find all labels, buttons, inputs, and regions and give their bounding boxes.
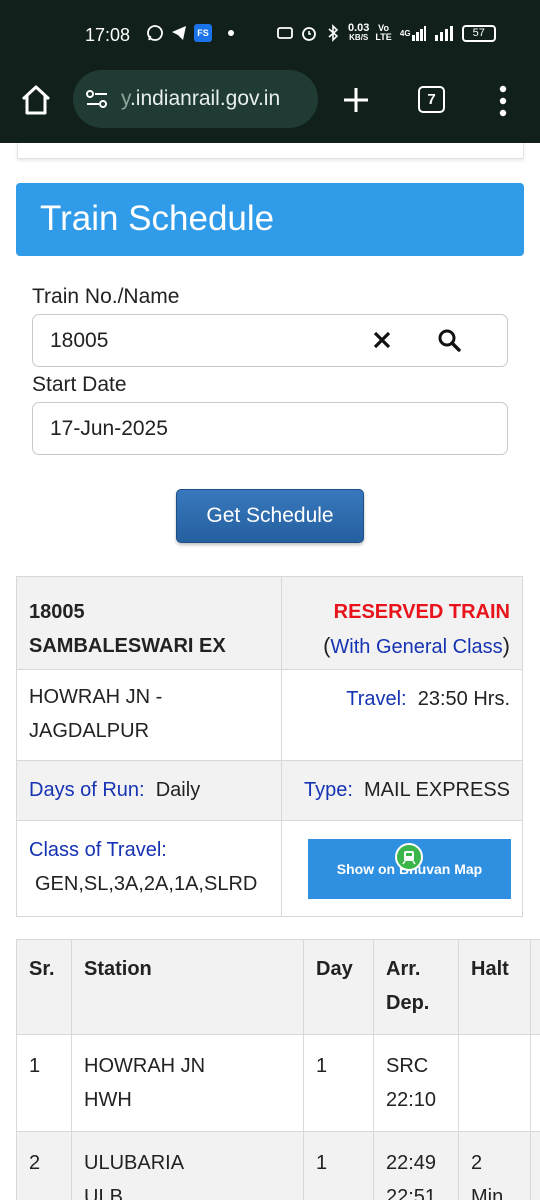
train-number: 18005 <box>29 601 85 623</box>
alarm-icon <box>300 24 318 42</box>
schedule-table: Sr. Station Day Arr. Dep. Halt 1 HOWRAH J… <box>16 939 540 1200</box>
address-bar[interactable]: y.indianrail.gov.in <box>73 70 318 128</box>
train-label: Train No./Name <box>32 285 180 308</box>
row-sr: 2 <box>16 1131 72 1200</box>
header-arr-dep: Arr. Dep. <box>373 939 459 1035</box>
row-station: ULUBARIA ULB <box>71 1131 304 1200</box>
home-icon[interactable] <box>18 82 54 118</box>
status-time: 17:08 <box>85 25 131 45</box>
page-title-banner: Train Schedule <box>16 183 524 256</box>
notification-icons: FS <box>146 24 234 42</box>
new-tab-icon[interactable] <box>341 85 371 115</box>
row-day: 1 <box>303 1131 374 1200</box>
class-value: GEN,SL,3A,2A,1A,SLRD <box>35 873 258 895</box>
previous-card-edge <box>17 143 524 159</box>
reserved-badge: RESERVED TRAIN <box>333 601 510 623</box>
get-schedule-button[interactable]: Get Schedule <box>176 489 364 543</box>
header-halt: Halt <box>458 939 531 1035</box>
train-input-value: 18005 <box>50 329 109 352</box>
row-arr-dep: SRC 22:10 <box>373 1034 459 1132</box>
class-label: Class of Travel: <box>29 839 167 861</box>
header-station: Station <box>71 939 304 1035</box>
page-title: Train Schedule <box>40 199 275 238</box>
days-value: Daily <box>155 779 201 801</box>
whatsapp-icon <box>146 24 164 42</box>
row-station: HOWRAH JN HWH <box>71 1034 304 1132</box>
data-saver-icon <box>276 24 294 42</box>
type-label: Type: <box>303 779 353 801</box>
schedule-header-row: Sr. Station Day Arr. Dep. Halt <box>16 939 540 1035</box>
site-settings-icon[interactable] <box>85 88 109 110</box>
row-halt: 2 Min <box>458 1131 531 1200</box>
date-label: Start Date <box>32 373 127 396</box>
table-row: 2 ULUBARIA ULB 1 22:49 22:51 2 Min <box>16 1131 540 1200</box>
route: HOWRAH JN - JAGDALPUR <box>16 669 282 761</box>
tab-switcher-button[interactable]: 7 <box>418 86 445 113</box>
app-notification-icon: FS <box>194 24 212 42</box>
status-bar: 17:08 FS 0.03 KB/S Vo LTE 4G 57 <box>0 0 540 70</box>
browser-toolbar: y.indianrail.gov.in 7 <box>0 70 540 143</box>
bluetooth-icon <box>324 24 342 42</box>
travel-label: Travel: <box>346 688 407 710</box>
battery-icon: 57 <box>461 24 496 42</box>
system-icons: 0.03 KB/S Vo LTE 4G 57 <box>276 22 496 43</box>
row-arr-dep: 22:49 22:51 <box>373 1131 459 1200</box>
row-sr: 1 <box>16 1034 72 1132</box>
signal-icon <box>434 24 456 42</box>
signal-4g-icon: 4G <box>398 24 428 42</box>
train-map-icon <box>395 843 423 871</box>
network-speed-icon: 0.03 KB/S <box>348 22 370 43</box>
row-halt <box>458 1034 531 1132</box>
date-input[interactable]: 17-Jun-2025 <box>32 402 508 455</box>
date-input-value: 17-Jun-2025 <box>50 417 168 440</box>
search-icon[interactable] <box>436 327 462 353</box>
general-class-note: (With General Class) <box>323 633 510 658</box>
url-text: y.indianrail.gov.in <box>121 87 281 110</box>
table-row: 1 HOWRAH JN HWH 1 SRC 22:10 <box>16 1034 540 1132</box>
train-input[interactable]: 18005 <box>32 314 508 367</box>
header-day: Day <box>303 939 374 1035</box>
travel-value: 23:50 Hrs. <box>417 688 510 710</box>
telegram-icon <box>170 24 188 42</box>
row-day: 1 <box>303 1034 374 1132</box>
more-menu-icon[interactable] <box>496 85 510 117</box>
train-name: SAMBALESWARI EX <box>29 635 226 657</box>
days-label: Days of Run: <box>29 779 145 801</box>
dot-icon <box>228 30 234 36</box>
type-value: MAIL EXPRESS <box>364 779 510 801</box>
clear-icon[interactable] <box>371 329 393 351</box>
volte-icon: Vo LTE <box>375 23 392 42</box>
header-sr: Sr. <box>16 939 72 1035</box>
